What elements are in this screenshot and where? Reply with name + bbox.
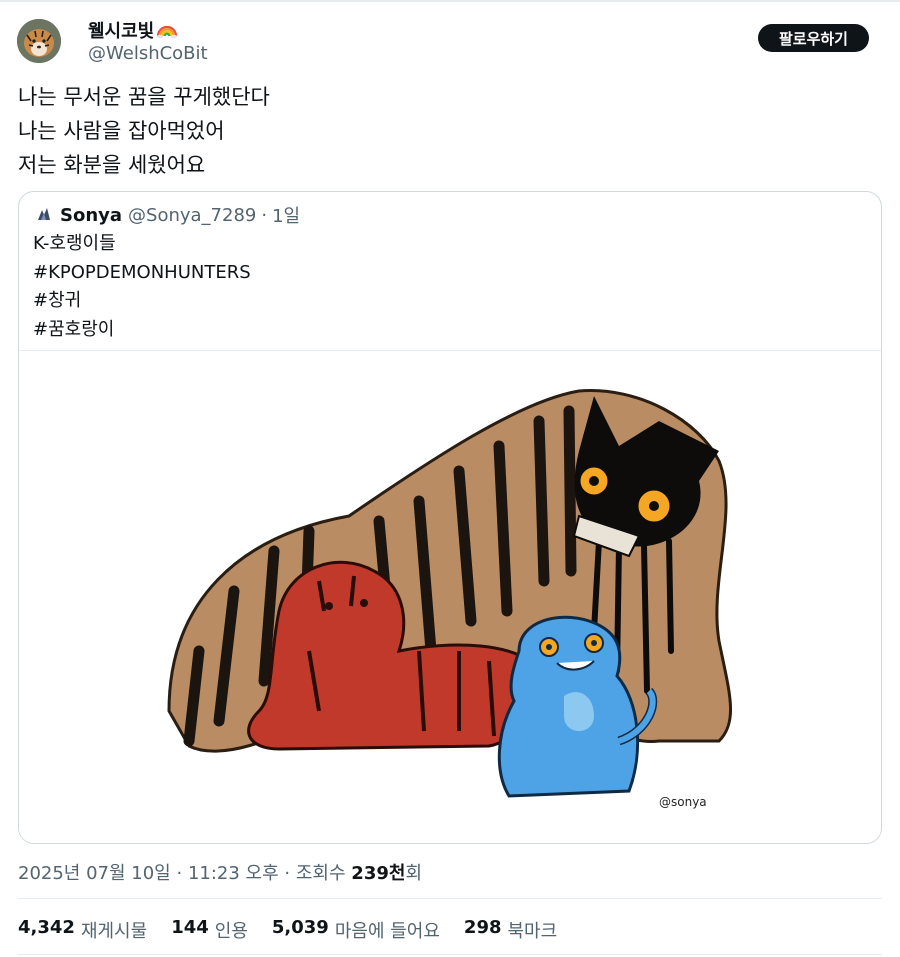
quote-author-handle[interactable]: @Sonya_7289 <box>128 205 256 226</box>
tiger-illustration: @sonya <box>167 389 732 809</box>
quote-line: K-호랭이들 <box>33 233 116 254</box>
tweet-time[interactable]: 11:23 오후 <box>188 863 279 884</box>
quote-text: K-호랭이들 #KPOPDEMONHUNTERS #창귀 #꿈호랑이 <box>33 230 251 344</box>
quote-line[interactable]: #꿈호랑이 <box>33 316 251 345</box>
quotes-count: 144 <box>171 917 209 938</box>
quote-timestamp[interactable]: 1일 <box>272 202 300 228</box>
quote-media-image[interactable]: @sonya <box>19 350 881 843</box>
retweets-count: 4,342 <box>18 917 75 938</box>
quote-separator: · <box>261 204 268 226</box>
top-divider <box>0 0 900 2</box>
divider <box>18 954 882 955</box>
tweet-line: 저는 화분을 세웠어요 <box>18 153 206 177</box>
bookmarks-stat[interactable]: 298 북마크 <box>464 917 557 943</box>
author-avatar[interactable] <box>17 19 61 63</box>
tweet-date[interactable]: 2025년 07월 10일 <box>18 863 171 884</box>
tiger-avatar-icon <box>17 19 61 63</box>
engagement-stats: 4,342 재게시물 144 인용 5,039 마음에 들어요 298 북마크 <box>18 917 557 943</box>
tweet-line: 나는 무서운 꿈을 꾸게했단다 <box>18 85 270 109</box>
divider <box>18 898 882 899</box>
tweet-meta: 2025년 07월 10일 · 11:23 오후 · 조회수 239천회 <box>18 859 422 885</box>
views-suffix: 회 <box>405 863 422 884</box>
author-handle[interactable]: @WelshCoBit <box>88 43 208 64</box>
quoted-tweet-card[interactable]: Sonya @Sonya_7289 · 1일 K-호랭이들 #KPOPDEMON… <box>18 191 882 844</box>
quote-author-name[interactable]: Sonya <box>60 205 122 226</box>
likes-stat[interactable]: 5,039 마음에 들어요 <box>272 917 440 943</box>
meta-separator: · <box>284 863 291 884</box>
tweet-text: 나는 무서운 꿈을 꾸게했단다 나는 사람을 잡아먹었어 저는 화분을 세웠어요 <box>18 80 270 182</box>
display-name-text: 웰시코빛 <box>88 21 155 42</box>
likes-count: 5,039 <box>271 917 329 938</box>
follow-button[interactable]: 팔로우하기 <box>758 24 869 52</box>
rainbow-icon <box>157 25 178 39</box>
author-display-name[interactable]: 웰시코빛 <box>88 17 178 43</box>
quote-line[interactable]: #창귀 <box>33 287 251 316</box>
quotes-label: 인용 <box>214 921 248 942</box>
quote-line[interactable]: #KPOPDEMONHUNTERS <box>33 259 251 288</box>
quote-header: Sonya @Sonya_7289 · 1일 <box>33 202 300 228</box>
meta-separator: · <box>176 863 183 884</box>
quotes-stat[interactable]: 144 인용 <box>171 917 248 943</box>
quote-author-avatar[interactable] <box>33 204 55 226</box>
bookmarks-count: 298 <box>463 917 502 938</box>
views-count: 239천 <box>351 863 406 884</box>
likes-label: 마음에 들어요 <box>334 921 440 942</box>
retweets-stat[interactable]: 4,342 재게시물 <box>18 917 147 943</box>
tweet-line: 나는 사람을 잡아먹었어 <box>18 119 225 143</box>
retweets-label: 재게시물 <box>80 921 148 942</box>
artist-signature: @sonya <box>659 795 707 809</box>
views-label: 조회수 <box>295 863 346 884</box>
bookmarks-label: 북마크 <box>507 921 558 942</box>
